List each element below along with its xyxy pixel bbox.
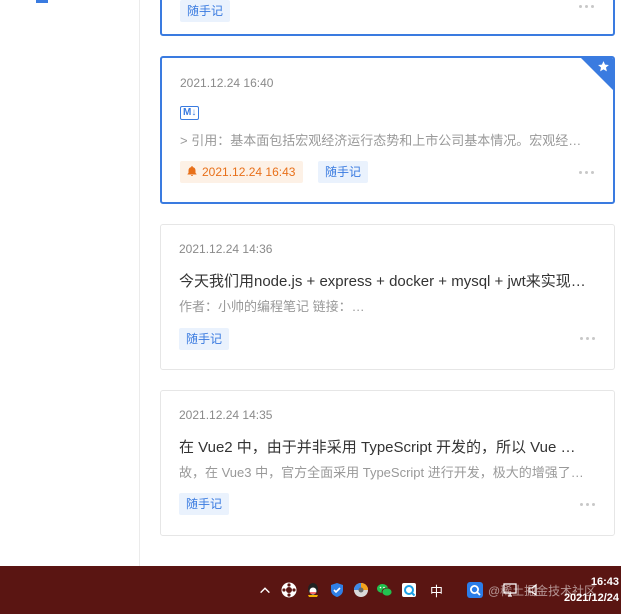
more-options-icon[interactable] (580, 336, 596, 342)
note-card[interactable]: 2021.12.24 16:40 M↓ > 引用：基本面包括宏观经济运行态势和上… (160, 56, 615, 204)
reminder-badge[interactable]: 2021.12.24 16:43 (180, 161, 304, 183)
input-method-indicator[interactable]: 中 (430, 581, 443, 600)
app-tray-icon[interactable] (281, 582, 297, 598)
browser-tray-icon[interactable] (353, 582, 369, 598)
note-excerpt: 故，在 Vue3 中，官方全面采用 TypeScript 进行开发，极大的增强了… (179, 465, 589, 480)
more-options-icon[interactable] (580, 502, 596, 508)
note-title: 在 Vue2 中，由于并非采用 TypeScript 开发的，所以 Vue 的类… (179, 439, 589, 456)
category-tag[interactable]: 随手记 (179, 493, 230, 515)
clock-date: 2021/12/24 (563, 592, 619, 604)
screenshot-tray-icon[interactable] (401, 582, 417, 598)
system-clock[interactable]: 16:43 2021/12/24 (564, 574, 619, 606)
note-date: 2021.12.24 14:35 (179, 408, 273, 422)
note-list[interactable]: 随手记 2021.12.24 16:40 M↓ > 引用：基本面包括宏观经济运行… (140, 0, 621, 566)
note-card[interactable]: 随手记 (160, 0, 615, 36)
volume-icon[interactable] (527, 582, 543, 598)
note-date: 2021.12.24 14:36 (179, 242, 273, 256)
category-tag[interactable]: 随手记 (179, 328, 230, 350)
category-tag[interactable]: 随手记 (180, 0, 231, 22)
note-title: 今天我们用node.js + express + docker + mysql … (179, 273, 589, 290)
bell-icon (187, 166, 197, 176)
reminder-time: 2021.12.24 16:43 (202, 165, 296, 179)
sidebar-active-indicator (36, 0, 48, 3)
note-excerpt: > 引用：基本面包括宏观经济运行态势和上市公司基本情况。宏观经济运行态势反映出上… (180, 133, 590, 148)
star-icon[interactable] (597, 60, 610, 73)
show-hidden-icons-chevron-icon[interactable] (258, 582, 272, 598)
search-app-icon[interactable] (467, 582, 483, 598)
more-options-icon[interactable] (579, 170, 595, 176)
sidebar (0, 0, 140, 566)
markdown-badge-icon: M↓ (180, 106, 200, 120)
note-card[interactable]: 2021.12.24 14:36 今天我们用node.js + express … (160, 224, 615, 370)
network-icon[interactable] (503, 582, 519, 598)
wechat-tray-icon[interactable] (376, 582, 393, 598)
more-options-icon[interactable] (579, 4, 595, 10)
note-date: 2021.12.24 16:40 (180, 76, 274, 90)
app-window: 随手记 2021.12.24 16:40 M↓ > 引用：基本面包括宏观经济运行… (0, 0, 621, 566)
category-tag[interactable]: 随手记 (318, 161, 369, 183)
taskbar: 中 @稀土掘金技术社区 16:43 2021/12/24 (0, 566, 621, 614)
qq-tray-icon[interactable] (305, 582, 321, 598)
security-shield-icon[interactable] (329, 582, 345, 598)
note-card[interactable]: 2021.12.24 14:35 在 Vue2 中，由于并非采用 TypeScr… (160, 390, 615, 536)
clock-time: 16:43 (590, 576, 619, 588)
note-excerpt: 作者：小帅的编程笔记 链接：… (179, 299, 365, 314)
